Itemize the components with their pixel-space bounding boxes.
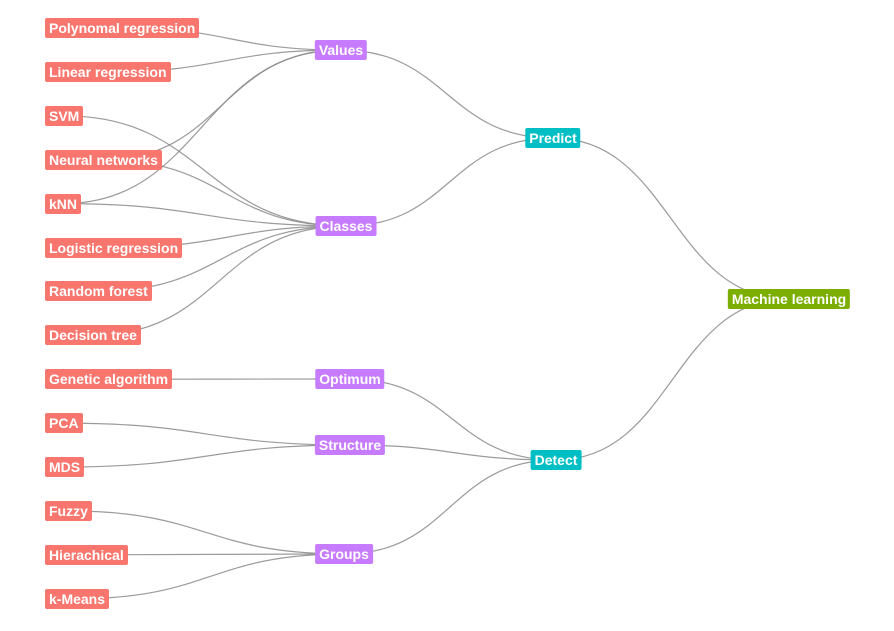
leaf-node: Linear regression [45,61,171,82]
edge-groups-detect [343,459,557,555]
node-values: Values [314,40,368,60]
edge-leaf-classes [64,115,347,227]
node-optimum: Optimum [315,369,385,389]
edge-classes-predict [345,137,554,227]
node-detect: Detect [530,450,582,470]
edge-predict-ml [552,137,790,300]
node-groups: Groups [315,544,373,564]
node-predict: Predict [525,128,581,148]
leaf-node: Logistic regression [45,237,183,258]
leaf-node: MDS [45,457,85,477]
leaf-node: Random forest [45,281,152,302]
leaf-node: Hierachical [45,544,128,565]
node-classes: Classes [315,216,377,236]
leaf-node: PCA [45,413,83,434]
edge-detect-ml [555,298,790,461]
dendrogram: Machine learning Predict Detect Values Class… [0,0,894,631]
edge-leaf-structure [64,444,351,468]
leaf-node: Decision tree [45,325,141,346]
edge-leaf-structure [63,422,351,446]
leaf-node: Neural networks [45,149,162,170]
leaf-node: Fuzzy [45,500,92,521]
node-machine-learning: Machine learning [727,289,851,309]
leaf-node: Polynomal regression [45,18,200,38]
leaf-node: Genetic algorithm [45,369,173,390]
leaf-node: SVM [45,105,84,126]
leaf-node: k-Means [45,588,110,609]
edge-values-predict [340,49,554,139]
node-structure: Structure [314,435,386,455]
edges-layer [63,27,790,600]
leaf-node: kNN [45,193,82,214]
